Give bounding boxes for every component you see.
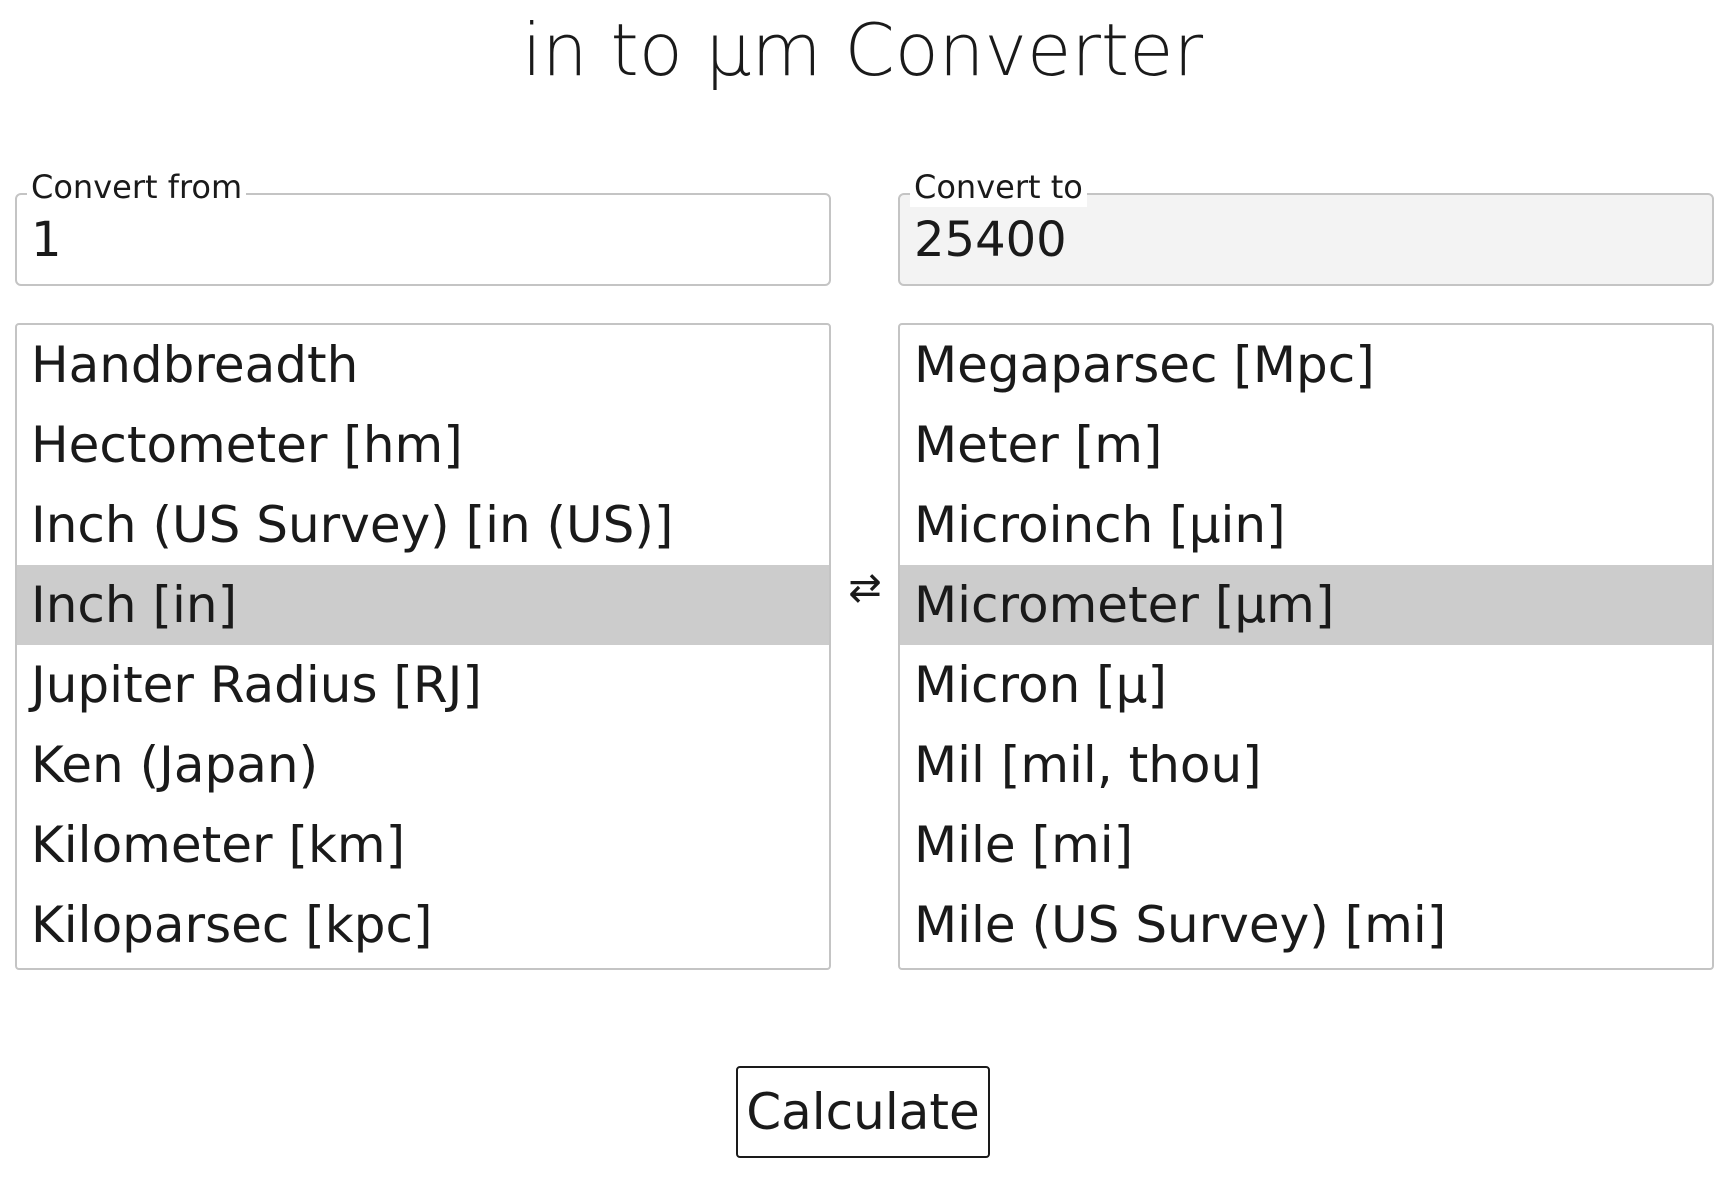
from-unit-option[interactable]: Inch [in] [17, 565, 829, 645]
convert-to-field: Convert to [898, 167, 1714, 286]
to-unit-option[interactable]: Megaparsec [Mpc] [900, 325, 1712, 405]
from-unit-option[interactable]: Inch (US Survey) [in (US)] [17, 485, 829, 565]
to-unit-option[interactable]: Mile (US Survey) [mi] [900, 885, 1712, 965]
to-unit-option[interactable]: Mile [mi] [900, 805, 1712, 885]
from-unit-option[interactable]: Kilometer [km] [17, 805, 829, 885]
convert-from-field: Convert from [15, 167, 831, 286]
to-unit-option[interactable]: Mil [mil, thou] [900, 725, 1712, 805]
swap-units-button[interactable]: ⇄ [840, 548, 890, 628]
from-unit-option[interactable]: Handbreadth [17, 325, 829, 405]
convert-to-output[interactable] [914, 209, 1694, 271]
convert-from-input[interactable] [31, 209, 811, 271]
to-unit-option[interactable]: Meter [m] [900, 405, 1712, 485]
swap-arrows-icon: ⇄ [848, 565, 882, 611]
from-unit-option[interactable]: Hectometer [hm] [17, 405, 829, 485]
to-unit-option[interactable]: Micron [µ] [900, 645, 1712, 725]
to-unit-option[interactable]: Micrometer [µm] [900, 565, 1712, 645]
convert-to-label: Convert to [910, 167, 1087, 207]
page-title: in to µm Converter [521, 8, 1204, 92]
from-unit-list[interactable]: Handbreadth Hectometer [hm] Inch (US Sur… [15, 323, 831, 970]
from-unit-option[interactable]: Kiloparsec [kpc] [17, 885, 829, 965]
convert-from-label: Convert from [27, 167, 247, 207]
to-unit-list[interactable]: Megaparsec [Mpc] Meter [m] Microinch [µi… [898, 323, 1714, 970]
to-unit-option[interactable]: Microinch [µin] [900, 485, 1712, 565]
from-unit-option[interactable]: Ken (Japan) [17, 725, 829, 805]
calculate-button[interactable]: Calculate [736, 1066, 990, 1158]
from-unit-option[interactable]: Jupiter Radius [RJ] [17, 645, 829, 725]
